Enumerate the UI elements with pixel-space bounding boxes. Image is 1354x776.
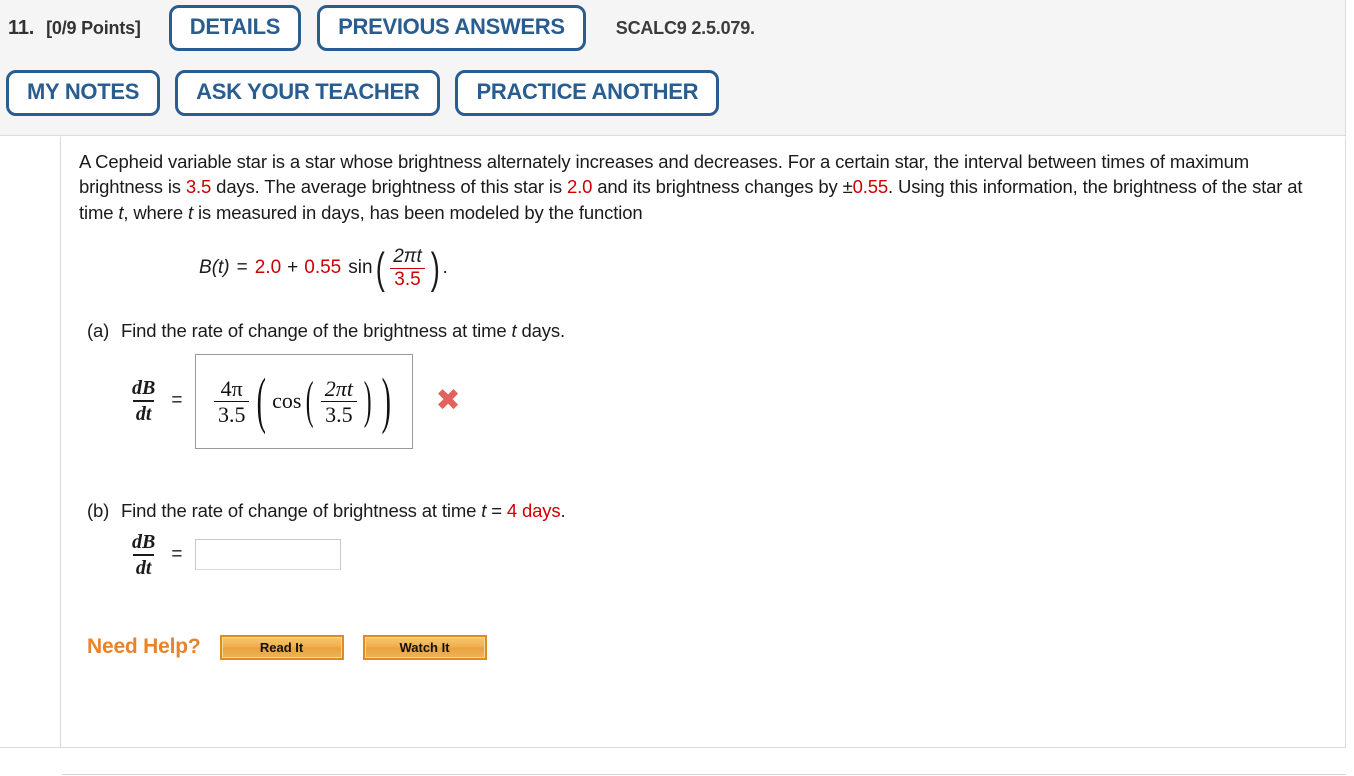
previous-answers-button[interactable]: PREVIOUS ANSWERS (317, 5, 586, 51)
part-b-answer-input[interactable] (195, 539, 342, 571)
part-a-text-pre: Find the rate of change of the brightnes… (121, 319, 512, 341)
part-b-answer-row: dB dt = (129, 531, 1311, 579)
part-b-text-mid: = (486, 499, 507, 521)
problem-value-average: 2.0 (566, 176, 593, 198)
part-b-derivative-numerator: dB (132, 530, 156, 553)
header-row-primary: 11. [0/9 Points] DETAILS PREVIOUS ANSWER… (0, 0, 755, 56)
equation-function: sin (348, 257, 373, 279)
problem-text-3: and its brightness changes by ± (592, 176, 853, 198)
equation-equals: = (236, 257, 248, 279)
part-a-derivative-numerator: dB (132, 377, 156, 400)
left-gutter (0, 137, 61, 747)
points-badge: [0/9 Points] (46, 17, 141, 38)
part-a-inner-denominator: 3.5 (321, 400, 357, 426)
part-a-answer-box[interactable]: 4π 3.5 ( cos ( 2πt 3.5 ) ) (195, 353, 414, 449)
part-a-coefficient-denominator: 3.5 (213, 400, 250, 426)
equation-plus: + (287, 257, 299, 279)
part-b-label: (b) (87, 499, 110, 521)
watch-it-button[interactable]: Watch It (362, 634, 487, 660)
problem-text-2: days. The average brightness of this sta… (211, 176, 567, 198)
part-a-derivative-denominator: dt (132, 400, 155, 425)
problem-value-amplitude: 0.55 (852, 176, 889, 198)
part-b-derivative-denominator: dt (132, 553, 155, 579)
answer-open-paren-inner-icon: ( (306, 372, 315, 430)
part-a-equals: = (171, 390, 183, 412)
part-a-inner-fraction: 2πt 3.5 (321, 377, 357, 426)
need-help-label: Need Help? (87, 635, 201, 659)
part-b-question: (b) Find the rate of change of brightnes… (79, 500, 1311, 522)
details-button[interactable]: DETAILS (168, 5, 302, 51)
question-content: A Cepheid variable star is a star whose … (62, 137, 1345, 747)
answer-close-paren-outer-icon: ) (381, 367, 392, 436)
question-body: A Cepheid variable star is a star whose … (0, 137, 1346, 748)
equation-fraction-denominator: 3.5 (390, 267, 425, 290)
question-number: 11. (8, 16, 35, 39)
part-b-derivative-label: dB dt (129, 531, 158, 579)
part-b-text-post: . (560, 499, 566, 521)
equation-fraction-numerator: 2πt (393, 246, 422, 268)
problem-text-5: , where (123, 201, 188, 223)
part-a-answer-row: dB dt = 4π 3.5 ( cos ( 2πt 3.5)) ✖ (129, 353, 1311, 449)
part-a-coefficient-numerator: 4π (220, 375, 243, 401)
equation-constant: 2.0 (254, 257, 282, 279)
equation-fraction: 2πt 3.5 (389, 247, 426, 290)
brightness-equation: B (t) = 2.0 + 0.55 sin ( 2πt 3.5 ) . (199, 243, 1311, 293)
close-paren-icon: ) (430, 243, 440, 293)
part-a-text: Find the rate of change of the brightnes… (121, 320, 565, 342)
part-a-answer-expression: 4π 3.5 ( cos ( 2πt 3.5 ) ) (212, 367, 397, 436)
read-it-button[interactable]: Read It (219, 634, 344, 660)
answer-open-paren-outer-icon: ( (257, 367, 267, 436)
textbook-reference: SCALC9 2.5.079. (615, 17, 755, 38)
equation-lhs-arg: (t) (211, 257, 230, 279)
part-a-question: (a) Find the rate of change of the brigh… (79, 320, 1311, 342)
part-a-function: cos (272, 388, 302, 414)
header-row-secondary: MY NOTES ASK YOUR TEACHER PRACTICE ANOTH… (0, 58, 720, 128)
x-mark-incorrect-icon: ✖ (435, 383, 461, 419)
part-a-text-post: days. (516, 319, 565, 341)
problem-text-6: is measured in days, has been modeled by… (192, 201, 643, 223)
my-notes-button[interactable]: MY NOTES (6, 70, 161, 116)
ask-your-teacher-button[interactable]: ASK YOUR TEACHER (175, 70, 441, 116)
part-b-text-pre: Find the rate of change of brightness at… (121, 499, 482, 521)
part-b-equals: = (171, 543, 183, 565)
part-a-inner-numerator: 2πt (324, 375, 353, 401)
need-help-section: Need Help? Read It Watch It (87, 634, 1311, 660)
equation-coefficient: 0.55 (304, 257, 342, 279)
equation-period: . (442, 257, 448, 279)
problem-value-period: 3.5 (185, 176, 212, 198)
part-b-value: 4 days (506, 499, 561, 521)
part-b-text: Find the rate of change of brightness at… (121, 499, 566, 522)
part-a-derivative-label: dB dt (129, 377, 158, 425)
page-root: 11. [0/9 Points] DETAILS PREVIOUS ANSWER… (0, 0, 1354, 776)
open-paren-icon: ( (375, 243, 385, 293)
equation-lhs: B (199, 257, 212, 279)
part-a-coefficient-fraction: 4π 3.5 (213, 375, 250, 426)
answer-close-paren-inner-icon: ) (363, 372, 372, 430)
question-header: 11. [0/9 Points] DETAILS PREVIOUS ANSWER… (0, 0, 1346, 136)
practice-another-button[interactable]: PRACTICE ANOTHER (455, 70, 720, 116)
part-a-label: (a) (87, 319, 110, 341)
problem-statement: A Cepheid variable star is a star whose … (79, 149, 1311, 225)
